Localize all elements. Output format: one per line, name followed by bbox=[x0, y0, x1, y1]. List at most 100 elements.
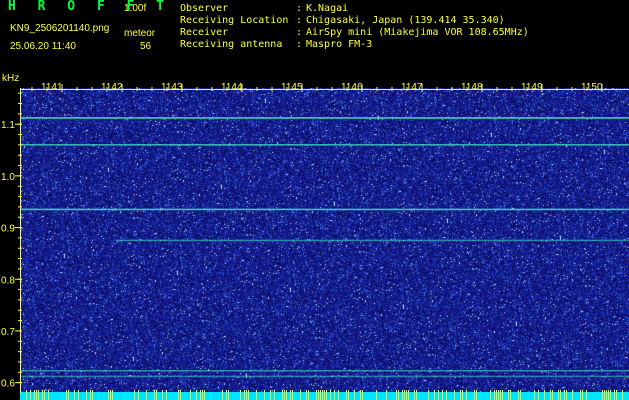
meteor-marker bbox=[428, 390, 429, 400]
meteor-marker bbox=[240, 390, 241, 400]
meteor-marker bbox=[534, 390, 535, 400]
meteor-marker bbox=[286, 390, 287, 400]
x-tick-label: 1145 bbox=[281, 82, 303, 93]
meteor-marker bbox=[442, 390, 443, 400]
meteor-marker bbox=[334, 390, 335, 400]
meteor-marker bbox=[616, 390, 617, 400]
meteor-marker bbox=[354, 390, 355, 400]
meteor-marker bbox=[604, 390, 605, 400]
meteor-marker bbox=[202, 390, 203, 400]
y-tick-label: 0.9 bbox=[1, 224, 15, 235]
meteor-marker bbox=[204, 390, 205, 400]
meteor-marker bbox=[66, 390, 67, 400]
y-tick-label: 0.8 bbox=[1, 275, 15, 286]
meteor-marker bbox=[404, 390, 405, 400]
meteor-marker bbox=[460, 390, 461, 400]
meteor-marker bbox=[552, 390, 553, 400]
meteor-marker bbox=[406, 390, 407, 400]
x-tick-label: 1148 bbox=[461, 82, 483, 93]
meteor-marker bbox=[308, 390, 309, 400]
meteor-marker bbox=[454, 390, 455, 400]
y-tick-label: 1.1 bbox=[1, 120, 15, 131]
meteor-marker bbox=[466, 390, 467, 400]
meteor-marker bbox=[200, 390, 201, 400]
meteor-marker bbox=[274, 390, 275, 400]
x-tick-label: 1142 bbox=[101, 82, 123, 93]
meteor-marker bbox=[300, 390, 301, 400]
meteor-marker bbox=[226, 390, 227, 400]
meteor-marker bbox=[496, 390, 497, 400]
meteor-marker bbox=[396, 390, 397, 400]
meteor-marker bbox=[490, 390, 491, 400]
meteor-marker bbox=[502, 390, 503, 400]
meteor-marker bbox=[414, 390, 415, 400]
meteor-marker bbox=[178, 390, 179, 400]
meteor-marker bbox=[38, 390, 39, 400]
meteor-marker bbox=[608, 390, 609, 400]
meteor-marker bbox=[376, 390, 377, 400]
meteor-marker bbox=[476, 390, 477, 400]
meteor-marker bbox=[602, 390, 603, 400]
x-tick-label: 1144 bbox=[221, 82, 243, 93]
y-axis: 0.6 0.7 0.8 0.9 1.0 1.1 bbox=[1, 88, 22, 394]
spectrogram-chart: 1141 1142 1143 1144 1145 1146 1147 1148 1149 1150… bbox=[1, 82, 629, 400]
meteor-marker bbox=[582, 390, 583, 400]
meteor-marker bbox=[330, 390, 331, 400]
meteor-marker bbox=[518, 390, 519, 400]
meteor-marker bbox=[538, 390, 539, 400]
meteor-marker bbox=[318, 390, 319, 400]
meteor-marker bbox=[316, 390, 317, 400]
meteor-marker bbox=[580, 390, 581, 400]
meteor-marker bbox=[248, 390, 249, 400]
x-tick-label: 1147 bbox=[401, 82, 423, 93]
meteor-marker bbox=[284, 390, 285, 400]
meteor-marker bbox=[292, 390, 293, 400]
meteor-marker bbox=[510, 390, 511, 400]
meteor-marker bbox=[500, 390, 501, 400]
meteor-marker bbox=[90, 390, 91, 400]
meteor-marker bbox=[606, 390, 607, 400]
meteor-marker bbox=[134, 390, 135, 400]
meteor-marker bbox=[544, 390, 545, 400]
meteor-marker bbox=[146, 390, 147, 400]
meteor-marker bbox=[622, 390, 623, 400]
meteor-marker bbox=[560, 390, 561, 400]
meteor-marker bbox=[586, 390, 587, 400]
meteor-marker bbox=[322, 390, 323, 400]
meteor-marker bbox=[572, 390, 573, 400]
meteor-marker bbox=[398, 390, 399, 400]
meteor-marker bbox=[438, 390, 439, 400]
meteor-marker bbox=[610, 390, 611, 400]
meteor-marker bbox=[408, 390, 409, 400]
x-tick-label: 1149 bbox=[521, 82, 543, 93]
meteor-marker bbox=[162, 390, 163, 400]
meteor-marker bbox=[558, 390, 559, 400]
y-tick-label: 0.6 bbox=[1, 379, 15, 390]
meteor-marker bbox=[508, 390, 509, 400]
meteor-marker bbox=[138, 390, 139, 400]
meteor-marker bbox=[256, 390, 257, 400]
x-tick-label: 1146 bbox=[341, 82, 363, 93]
meteor-marker bbox=[416, 390, 417, 400]
meteor-marker bbox=[446, 390, 447, 400]
meteor-marker bbox=[112, 390, 113, 400]
meteor-marker bbox=[566, 390, 567, 400]
y-axis-unit: kHz bbox=[2, 73, 20, 84]
meteor-marker bbox=[320, 390, 321, 400]
meteor-marker bbox=[290, 390, 291, 400]
meteor-marker bbox=[44, 390, 45, 400]
meteor-marker bbox=[196, 390, 197, 400]
meteor-marker bbox=[36, 390, 37, 400]
meteor-marker bbox=[402, 390, 403, 400]
meteor-marker bbox=[346, 390, 347, 400]
meteor-marker bbox=[386, 390, 387, 400]
meteor-marker bbox=[550, 390, 551, 400]
meteor-marker bbox=[154, 390, 155, 400]
meteor-marker bbox=[462, 390, 463, 400]
meteor-marker bbox=[108, 390, 109, 400]
meteor-marker bbox=[110, 390, 111, 400]
meteor-marker bbox=[564, 390, 565, 400]
meteor-marker bbox=[306, 390, 307, 400]
meteor-marker bbox=[74, 390, 75, 400]
meteor-marker bbox=[78, 390, 79, 400]
